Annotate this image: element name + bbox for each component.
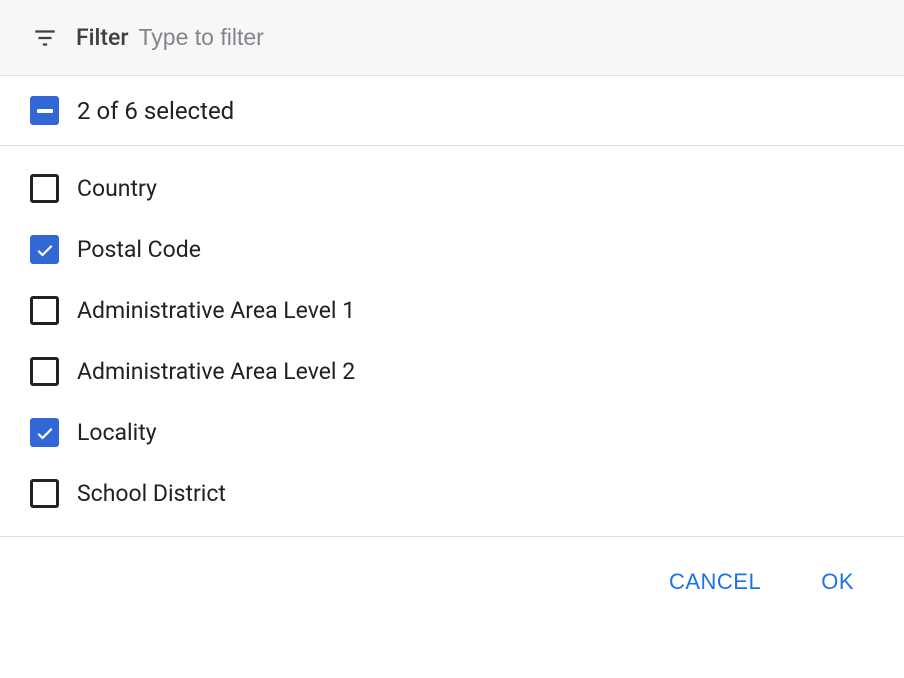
option-label: Administrative Area Level 2: [77, 358, 355, 385]
option-admin-area-2[interactable]: Administrative Area Level 2: [0, 341, 904, 402]
select-all-row[interactable]: 2 of 6 selected: [0, 76, 904, 146]
filter-label: Filter: [76, 24, 129, 51]
option-label: Postal Code: [77, 236, 201, 263]
ok-button[interactable]: OK: [803, 561, 872, 603]
options-list: Country Postal Code Administrative Area …: [0, 146, 904, 537]
checkbox-country[interactable]: [30, 174, 59, 203]
option-postal-code[interactable]: Postal Code: [0, 219, 904, 280]
checkbox-postal-code[interactable]: [30, 235, 59, 264]
dialog-actions: CANCEL OK: [0, 537, 904, 627]
checkbox-admin-area-1[interactable]: [30, 296, 59, 325]
filter-icon: [32, 25, 58, 51]
option-locality[interactable]: Locality: [0, 402, 904, 463]
cancel-button[interactable]: CANCEL: [651, 561, 779, 603]
filter-input[interactable]: [139, 24, 872, 51]
option-admin-area-1[interactable]: Administrative Area Level 1: [0, 280, 904, 341]
checkbox-admin-area-2[interactable]: [30, 357, 59, 386]
option-label: Locality: [77, 419, 157, 446]
filter-bar: Filter: [0, 0, 904, 76]
option-label: School District: [77, 480, 226, 507]
checkbox-school-district[interactable]: [30, 479, 59, 508]
checkbox-locality[interactable]: [30, 418, 59, 447]
select-all-label: 2 of 6 selected: [77, 97, 234, 125]
option-country[interactable]: Country: [0, 158, 904, 219]
select-all-checkbox[interactable]: [30, 96, 59, 125]
option-school-district[interactable]: School District: [0, 463, 904, 524]
option-label: Country: [77, 175, 157, 202]
option-label: Administrative Area Level 1: [77, 297, 355, 324]
